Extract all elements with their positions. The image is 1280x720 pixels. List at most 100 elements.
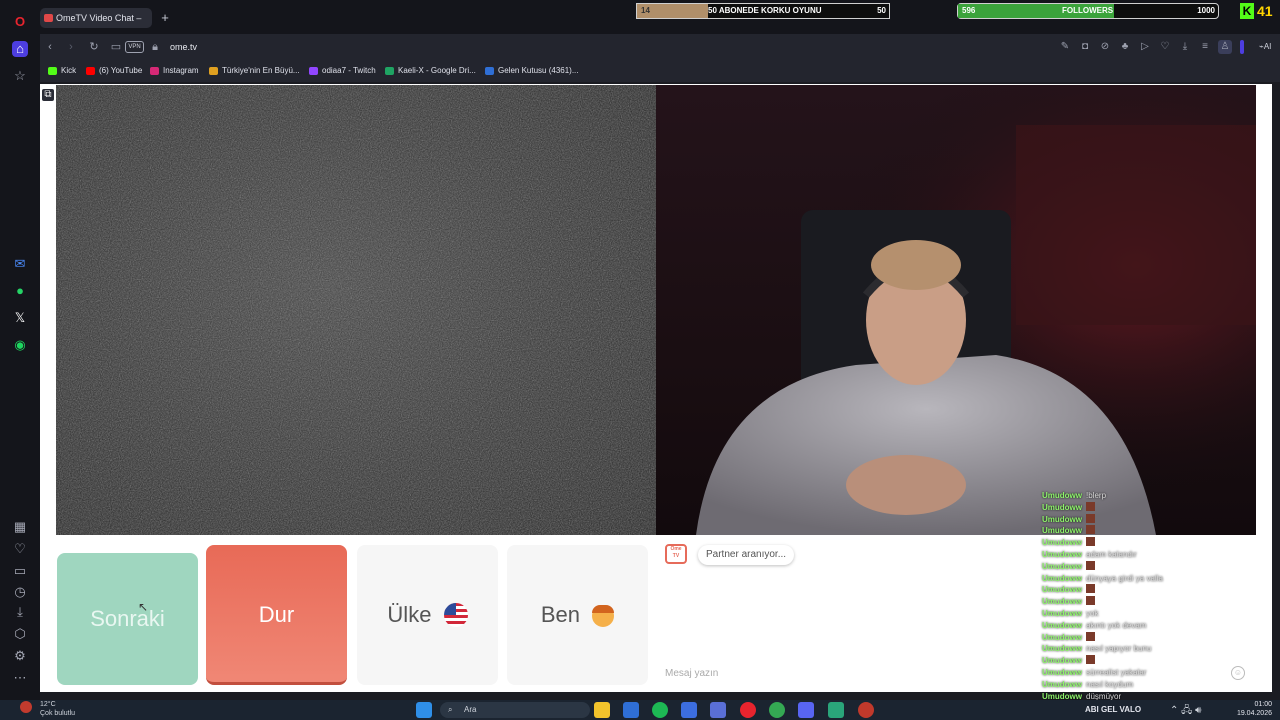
tab-ometv[interactable]: OmeTV Video Chat – [40,8,152,28]
country-label: Ülke [387,602,432,627]
opera-logo-icon[interactable]: O [12,14,28,30]
store-icon[interactable] [623,702,639,718]
us-flag-icon [443,603,468,627]
adblock-icon[interactable]: ⊘ [1098,40,1112,54]
pinboard-icon[interactable]: ▭ [12,563,28,579]
bookmark-drive[interactable]: Kaeli-X - Google Dri... [385,64,476,78]
extension-icon[interactable]: ♣ [1118,40,1132,54]
weather-desc: Çok bulutlu [40,710,76,717]
bookmark-twitch[interactable]: odiaa7 - Twitch [309,64,376,78]
messenger-icon[interactable]: ✉ [12,256,28,272]
address-bar: ‹ › ↻ ▭ VPN 🔒︎ ome.tv ✎ ◘ ⊘ ♣ ▷ ♡ ⤓ ≡ ♙ … [40,34,1280,60]
stream-chat-line: Umudoww [1042,537,1095,549]
stream-chat-line: Umudoww nasıl yapıyor bunu [1042,643,1151,655]
sidebar-toggle[interactable] [1240,40,1244,54]
chat-username: Umudoww [1042,597,1082,607]
download-icon[interactable]: ⤓ [1178,40,1192,54]
stream-chat-line: Umudoww !blerp [1042,490,1106,502]
weather-widget[interactable]: 12°C Çok bulutlu [40,700,75,718]
next-button[interactable]: Sonraki [57,553,198,685]
extensions-icon[interactable]: ⬡ [12,626,28,642]
edit-icon[interactable]: ✎ [1058,40,1072,54]
stream-chat-line: Umudoww dünyaya girdi ya valla [1042,573,1163,585]
chat-message: sürrealist yakalar [1086,668,1147,677]
bookmark-inbox[interactable]: Gelen Kutusu (4361)... [485,64,579,78]
bookmark-label: Instagram [163,66,199,75]
clock[interactable]: 01:00 19.04.2026 [1228,700,1272,718]
stream-chat-line: Umudoww [1042,560,1095,573]
opera-taskbar-icon[interactable] [740,702,756,718]
whatsapp-icon[interactable]: ● [12,283,28,299]
search-icon: ⌕ [448,705,453,714]
player-icon[interactable]: ▷ [1138,40,1152,54]
chat-username: Umudoww [1042,538,1082,548]
taskbar-search[interactable]: ⌕ Ara [440,702,590,718]
spotify-icon[interactable]: ◉ [12,337,28,353]
chat-emote-icon [1086,631,1095,641]
bookmark-label: (6) YouTube [99,66,143,75]
bookmark-turkiye[interactable]: Türkiye'nin En Büyü... [209,64,300,78]
pip-icon[interactable]: ⧉ [42,89,54,101]
back-icon[interactable]: ‹ [42,39,58,55]
chat-emote-icon [1086,513,1095,523]
gender-button[interactable]: Ben [507,545,648,685]
more-icon[interactable]: ⋯ [12,670,28,686]
chat-message: akıntı yok devam [1086,620,1147,630]
profile-icon[interactable]: ♙ [1218,40,1232,54]
message-input[interactable]: Mesaj yazın [665,668,718,679]
chat-emote-icon [1086,537,1095,547]
menu-icon[interactable]: ≡ [1198,40,1212,54]
chat-message: adam kalandır [1086,550,1137,559]
app-icon-2[interactable] [828,702,844,718]
new-tab-button[interactable]: + [157,10,173,26]
reload-icon[interactable]: ↻ [86,39,102,55]
weather-icon [20,701,32,713]
bookmark-kick[interactable]: Kick [48,64,76,78]
camera-icon[interactable]: ◘ [1078,40,1092,54]
settings-icon[interactable]: ⚙ [12,648,28,664]
chat-emote-icon [1086,525,1095,535]
gender-label: Ben [540,602,581,627]
chat-username: Umudoww [1042,668,1082,677]
chat-username: Umudoww [1042,573,1082,583]
bookmarks-icon[interactable]: ☆ [12,68,28,84]
url-field[interactable]: ome.tv [170,40,197,54]
vpn-badge[interactable]: VPN [125,41,144,53]
camera-scene [656,85,1256,535]
history-icon[interactable]: ◷ [12,584,28,600]
country-button[interactable]: Ülke [357,545,498,685]
tray-icons[interactable]: ⌃ 🖧︎ 🔊︎ [1170,703,1201,720]
ometv-favicon-icon [44,14,53,22]
now-playing: ABI GEL VALO [1085,705,1142,714]
downloads-icon[interactable]: ⤓ [12,604,28,620]
teams-icon[interactable] [710,702,726,718]
heart-icon[interactable]: ♡ [1158,40,1172,54]
file-explorer-icon[interactable] [594,702,610,718]
tab-snapshot-icon[interactable]: ▭ [108,39,124,55]
bookmark-instagram[interactable]: Instagram [150,64,199,78]
app-icon[interactable] [681,702,697,718]
bookmark-youtube[interactable]: (6) YouTube [86,64,142,78]
bookmark-label: Kick [61,66,77,75]
tab-title: OmeTV Video Chat – [56,13,142,23]
x-icon[interactable]: 𝕏 [12,310,28,326]
favorites-icon[interactable]: ♡ [12,541,28,557]
windows-start-icon[interactable] [416,702,432,718]
spotify-taskbar-icon[interactable] [652,702,668,718]
home-icon[interactable]: ⌂ [12,41,28,57]
chrome-icon[interactable] [769,702,785,718]
ai-label: AI [1263,42,1272,51]
video-noise [56,85,656,535]
stop-button[interactable]: Dur [206,545,347,685]
chat-username: Umudoww [1042,502,1082,512]
chat-username: Umudoww [1042,550,1082,559]
app-icon-3[interactable] [858,702,874,718]
stream-chat-line: Umudoww [1042,655,1095,667]
twitch-favicon-icon [309,67,318,75]
forward-icon[interactable]: › [63,39,79,55]
chat-username: Umudoww [1042,656,1082,666]
workspaces-icon[interactable]: ▦ [12,519,28,535]
ai-button[interactable]: ⌁AI [1259,40,1280,54]
sub-goal-target: 50 [877,6,886,15]
discord-icon[interactable] [798,702,814,718]
